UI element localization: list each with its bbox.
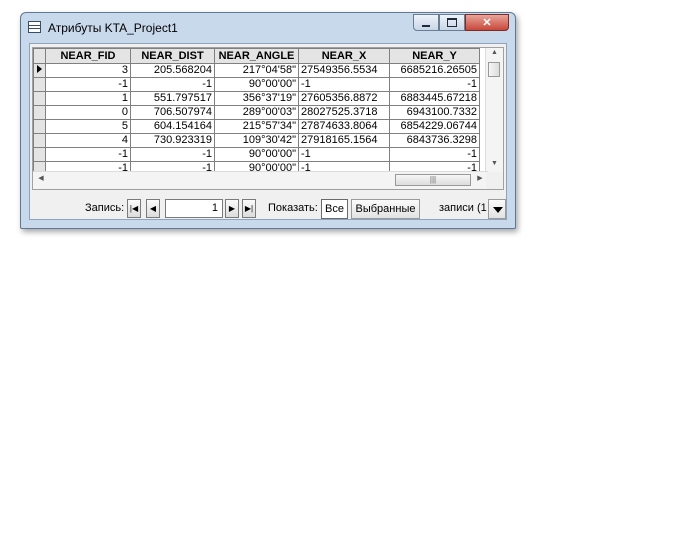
table-cell[interactable]: -1	[130, 77, 215, 92]
maximize-button[interactable]	[439, 14, 465, 31]
show-selected-button[interactable]: Выбранные	[351, 199, 420, 219]
attribute-table-grid: NEAR_FID NEAR_DIST NEAR_ANGLE NEAR_X NEA…	[33, 48, 480, 176]
record-label: Запись:	[85, 202, 125, 214]
table-cell[interactable]: 6943100.7332	[389, 105, 480, 120]
table-cell[interactable]: -1	[389, 77, 480, 92]
close-icon: ✕	[482, 17, 492, 29]
table-cell[interactable]: -1	[389, 147, 480, 162]
maximize-icon	[447, 18, 457, 27]
column-header[interactable]: NEAR_ANGLE	[214, 48, 299, 64]
table-cell[interactable]: 5	[45, 119, 131, 134]
table-cell[interactable]: -1	[298, 77, 390, 92]
table-cell[interactable]: 27549356.5534	[298, 63, 390, 78]
table-cell[interactable]: -1	[45, 147, 131, 162]
window-title: Атрибуты KTA_Project1	[48, 21, 178, 35]
row-selector[interactable]	[33, 147, 46, 162]
table-icon	[28, 21, 41, 33]
record-navigation-bar: Запись: |◀ ◀ 1 ▶ ▶| Показать: Все Выбран…	[30, 198, 506, 220]
table-row[interactable]: 4 730.923319 109°30'42" 27918165.1564 684373…	[33, 133, 480, 148]
table-cell[interactable]: 4	[45, 133, 131, 148]
minimize-icon	[422, 24, 430, 27]
row-selector[interactable]	[33, 77, 46, 92]
vertical-scrollbar[interactable]: ▲ ▼	[485, 48, 503, 173]
scroll-down-icon[interactable]: ▼	[486, 160, 503, 172]
show-label: Показать:	[268, 202, 318, 214]
row-selector[interactable]	[33, 63, 46, 78]
scroll-right-icon[interactable]: ▶	[474, 174, 486, 182]
table-row[interactable]: 3 205.568204 217°04'58" 27549356.5534 668521…	[33, 63, 480, 78]
table-cell[interactable]: 551.797517	[130, 91, 215, 106]
row-selector[interactable]	[33, 133, 46, 148]
next-record-button[interactable]: ▶	[225, 199, 239, 218]
attributes-window: Атрибуты KTA_Project1 ✕ NEAR_FID NEAR_DI…	[20, 12, 516, 229]
table-cell[interactable]: 6883445.67218	[389, 91, 480, 106]
scroll-corner	[486, 172, 503, 189]
vertical-scroll-thumb[interactable]	[488, 62, 500, 77]
table-cell[interactable]: 217°04'58"	[214, 63, 299, 78]
table-cell[interactable]: 90°00'00"	[214, 77, 299, 92]
table-cell[interactable]: 604.154164	[130, 119, 215, 134]
table-options-dropdown[interactable]	[488, 199, 506, 219]
table-cell[interactable]: 6854229.06744	[389, 119, 480, 134]
table-cell[interactable]: 27918165.1564	[298, 133, 390, 148]
row-selector[interactable]	[33, 119, 46, 134]
close-button[interactable]: ✕	[465, 14, 509, 31]
table-cell[interactable]: 706.507974	[130, 105, 215, 120]
previous-record-button[interactable]: ◀	[146, 199, 160, 218]
column-header[interactable]: NEAR_FID	[45, 48, 131, 64]
first-record-button[interactable]: |◀	[127, 199, 141, 218]
table-row[interactable]: -1 -1 90°00'00" -1 -1	[33, 147, 480, 162]
table-cell[interactable]: 6843736.3298	[389, 133, 480, 148]
select-all-corner[interactable]	[33, 48, 46, 64]
minimize-button[interactable]	[413, 14, 439, 31]
table-cell[interactable]: 289°00'03"	[214, 105, 299, 120]
row-selector[interactable]	[33, 91, 46, 106]
table-cell[interactable]: 356°37'19"	[214, 91, 299, 106]
table-cell[interactable]: 109°30'42"	[214, 133, 299, 148]
table-cell[interactable]: 1	[45, 91, 131, 106]
table-cell[interactable]: 205.568204	[130, 63, 215, 78]
horizontal-scroll-thumb[interactable]: |||	[395, 174, 471, 186]
header-row: NEAR_FID NEAR_DIST NEAR_ANGLE NEAR_X NEA…	[33, 48, 480, 64]
table-cell[interactable]: -1	[130, 147, 215, 162]
table-cell[interactable]: 90°00'00"	[214, 147, 299, 162]
table-row[interactable]: 1 551.797517 356°37'19" 27605356.8872 688344…	[33, 91, 480, 106]
scroll-up-icon[interactable]: ▲	[486, 49, 503, 61]
table-cell[interactable]: -1	[298, 147, 390, 162]
column-header[interactable]: NEAR_X	[298, 48, 390, 64]
table-cell[interactable]: 730.923319	[130, 133, 215, 148]
record-number-input[interactable]: 1	[165, 199, 223, 218]
row-selector[interactable]	[33, 105, 46, 120]
table-cell[interactable]: 28027525.3718	[298, 105, 390, 120]
table-row[interactable]: -1 -1 90°00'00" -1 -1	[33, 77, 480, 92]
column-header[interactable]: NEAR_DIST	[130, 48, 215, 64]
title-bar[interactable]: Атрибуты KTA_Project1 ✕	[21, 13, 515, 43]
horizontal-scrollbar[interactable]: ◀ ||| ▶	[33, 171, 488, 189]
table-cell[interactable]: 27605356.8872	[298, 91, 390, 106]
attribute-table: NEAR_FID NEAR_DIST NEAR_ANGLE NEAR_X NEA…	[32, 47, 504, 190]
show-all-button[interactable]: Все	[321, 199, 348, 219]
table-row[interactable]: 0 706.507974 289°00'03" 28027525.3718 694310…	[33, 105, 480, 120]
current-row-icon	[37, 65, 42, 73]
window-client: NEAR_FID NEAR_DIST NEAR_ANGLE NEAR_X NEA…	[29, 43, 507, 220]
column-header[interactable]: NEAR_Y	[389, 48, 480, 64]
table-cell[interactable]: 215°57'34"	[214, 119, 299, 134]
table-cell[interactable]: 6685216.26505	[389, 63, 480, 78]
last-record-button[interactable]: ▶|	[242, 199, 256, 218]
window-controls: ✕	[413, 14, 509, 32]
table-cell[interactable]: 3	[45, 63, 131, 78]
scroll-left-icon[interactable]: ◀	[35, 174, 47, 182]
table-cell[interactable]: -1	[45, 77, 131, 92]
table-cell[interactable]: 0	[45, 105, 131, 120]
table-row[interactable]: 5 604.154164 215°57'34" 27874633.8064 685422…	[33, 119, 480, 134]
table-cell[interactable]: 27874633.8064	[298, 119, 390, 134]
